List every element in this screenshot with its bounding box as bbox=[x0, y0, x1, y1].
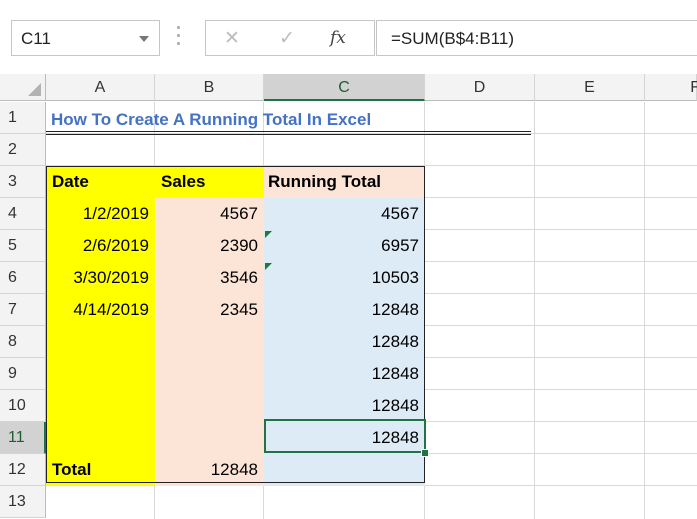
cell-c10[interactable]: 12848 bbox=[264, 390, 425, 422]
drag-handle-icon[interactable] bbox=[177, 26, 180, 50]
cell-a8[interactable] bbox=[46, 326, 155, 358]
formula-buttons: ✕ ✓ fx bbox=[205, 20, 375, 56]
column-header-f[interactable]: F bbox=[645, 74, 697, 101]
cell-b9[interactable] bbox=[155, 358, 264, 390]
error-indicator-icon[interactable] bbox=[265, 263, 272, 270]
cell-a9[interactable] bbox=[46, 358, 155, 390]
cell-c12[interactable] bbox=[264, 454, 425, 486]
fill-handle[interactable] bbox=[421, 449, 429, 457]
cell-b4[interactable]: 4567 bbox=[155, 198, 264, 230]
row-header-8[interactable]: 8 bbox=[0, 326, 46, 358]
cell-c8[interactable]: 12848 bbox=[264, 326, 425, 358]
cell-b12[interactable]: 12848 bbox=[155, 454, 264, 486]
insert-function-icon[interactable]: fx bbox=[330, 28, 346, 48]
formula-input[interactable]: =SUM(B$4:B11) bbox=[376, 20, 697, 56]
cell-c6[interactable]: 10503 bbox=[264, 262, 425, 294]
column-header-c[interactable]: C bbox=[264, 74, 425, 101]
row-header-5[interactable]: 5 bbox=[0, 230, 46, 262]
cell-c9[interactable]: 12848 bbox=[264, 358, 425, 390]
name-box-value: C11 bbox=[21, 29, 51, 48]
cell-b3[interactable]: Sales bbox=[155, 166, 264, 198]
cell-c7[interactable]: 12848 bbox=[264, 294, 425, 326]
column-header-f-label: F bbox=[690, 79, 697, 96]
name-box[interactable]: C11 bbox=[11, 20, 160, 56]
cell-a7[interactable]: 4/14/2019 bbox=[46, 294, 155, 326]
cell-b6[interactable]: 3546 bbox=[155, 262, 264, 294]
select-all-icon bbox=[28, 83, 41, 96]
formula-bar: C11 ✕ ✓ fx =SUM(B$4:B11) bbox=[0, 0, 697, 70]
error-indicator-icon[interactable] bbox=[265, 231, 272, 238]
row-header-1[interactable]: 1 bbox=[0, 102, 46, 134]
column-header-e[interactable]: E bbox=[535, 74, 645, 101]
cell-a10[interactable] bbox=[46, 390, 155, 422]
cell-a12[interactable]: Total bbox=[46, 454, 155, 486]
row-header-9[interactable]: 9 bbox=[0, 358, 46, 390]
column-header-d[interactable]: D bbox=[425, 74, 535, 101]
cell-c4[interactable]: 4567 bbox=[264, 198, 425, 230]
cell-c5[interactable]: 6957 bbox=[264, 230, 425, 262]
row-header-11[interactable]: 11 bbox=[0, 422, 46, 454]
row-header-12[interactable]: 12 bbox=[0, 454, 46, 486]
row-header-4[interactable]: 4 bbox=[0, 198, 46, 230]
cell-b7[interactable]: 2345 bbox=[155, 294, 264, 326]
cell-b5[interactable]: 2390 bbox=[155, 230, 264, 262]
column-header-a[interactable]: A bbox=[46, 74, 155, 101]
cell-b8[interactable] bbox=[155, 326, 264, 358]
row-header-13[interactable]: 13 bbox=[0, 486, 46, 518]
cell-b10[interactable] bbox=[155, 390, 264, 422]
select-all-corner[interactable] bbox=[0, 74, 46, 101]
enter-icon[interactable]: ✓ bbox=[279, 27, 295, 50]
row-header-7[interactable]: 7 bbox=[0, 294, 46, 326]
cell-a6[interactable]: 3/30/2019 bbox=[46, 262, 155, 294]
cell-a5[interactable]: 2/6/2019 bbox=[46, 230, 155, 262]
title-double-underline bbox=[46, 131, 531, 132]
row-header-10[interactable]: 10 bbox=[0, 390, 46, 422]
cell-c3[interactable]: Running Total bbox=[264, 166, 425, 198]
row-header-2[interactable]: 2 bbox=[0, 134, 46, 166]
cell-a4[interactable]: 1/2/2019 bbox=[46, 198, 155, 230]
active-cell-selection[interactable] bbox=[264, 419, 426, 453]
title-double-underline bbox=[46, 134, 531, 135]
formula-text: =SUM(B$4:B11) bbox=[391, 29, 514, 48]
row-header-3[interactable]: 3 bbox=[0, 166, 46, 198]
chevron-down-icon[interactable] bbox=[139, 36, 149, 42]
cell-a3[interactable]: Date bbox=[46, 166, 155, 198]
row-header-6[interactable]: 6 bbox=[0, 262, 46, 294]
cell-a11[interactable] bbox=[46, 422, 155, 454]
column-header-b[interactable]: B bbox=[155, 74, 264, 101]
cell-b11[interactable] bbox=[155, 422, 264, 454]
cancel-icon[interactable]: ✕ bbox=[224, 27, 240, 50]
